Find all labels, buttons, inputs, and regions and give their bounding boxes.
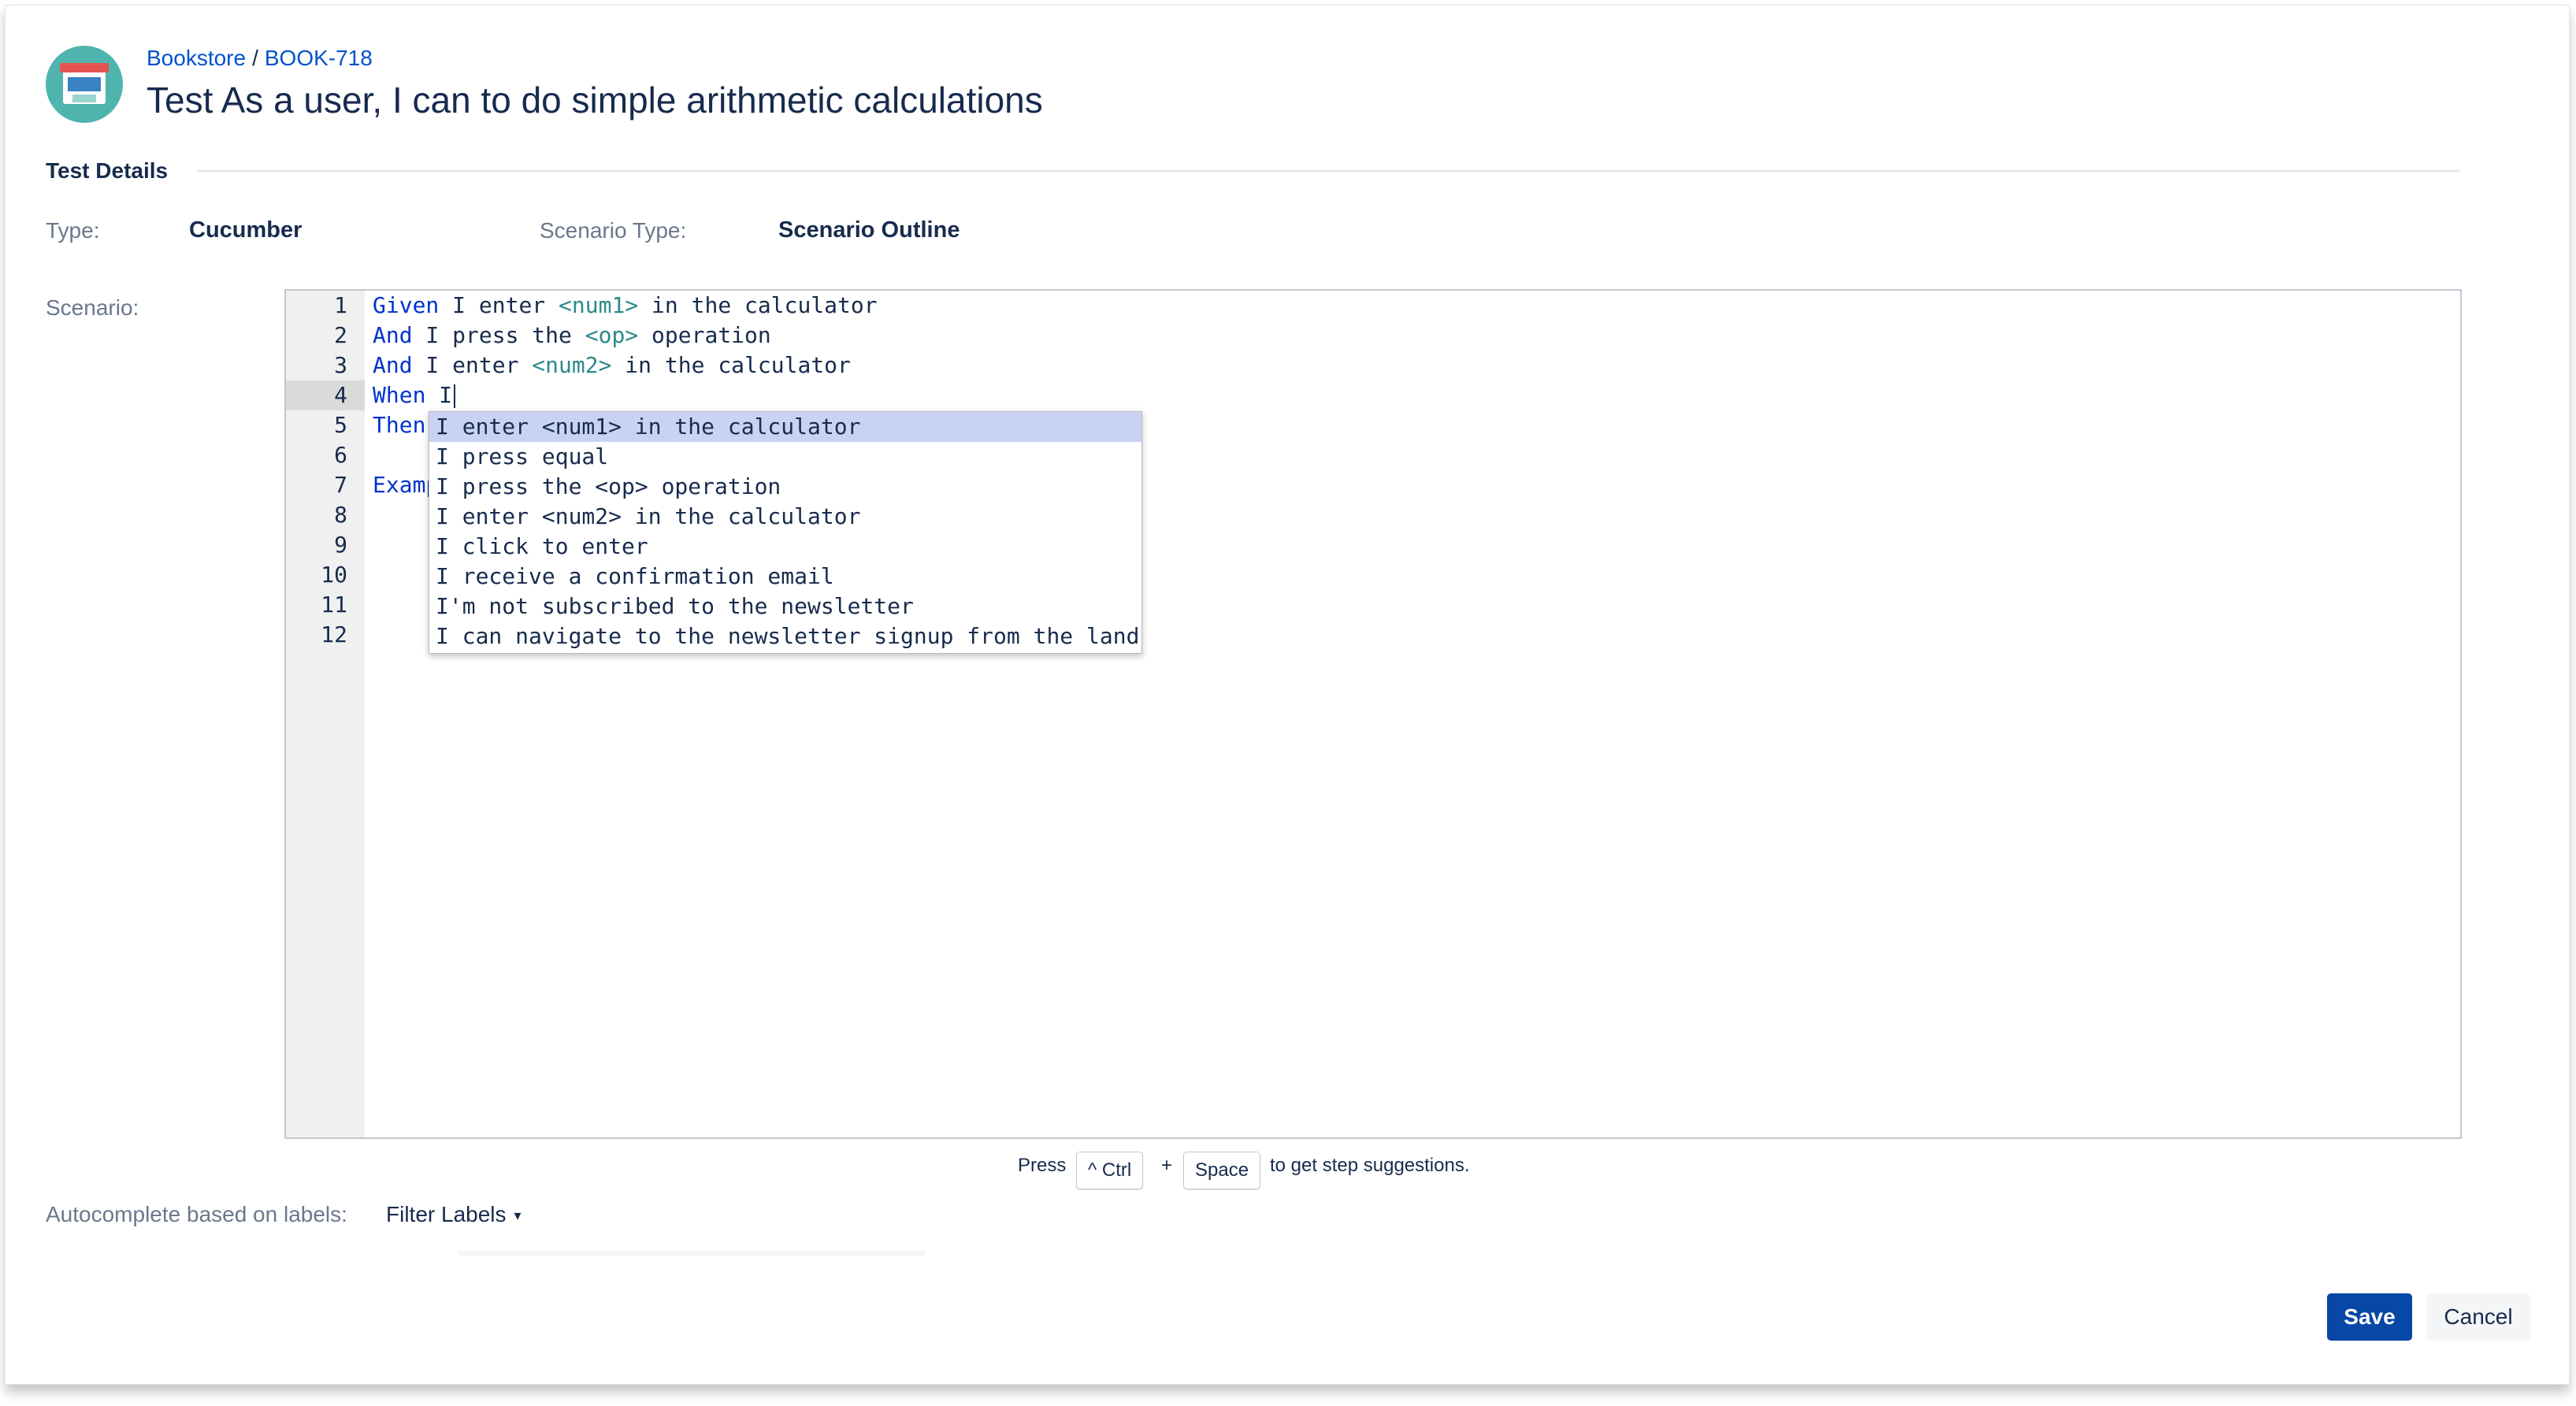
autocomplete-suggestion[interactable]: I press equal [429,442,1141,472]
ctrl-key: ^ Ctrl [1076,1152,1144,1189]
save-button[interactable]: Save [2327,1293,2412,1341]
filter-labels-text: Filter Labels [386,1202,507,1226]
type-label: Type: [46,218,100,243]
line-number: 4 [286,380,365,410]
step-text: I press the [412,322,585,348]
step-text: I enter [412,352,533,378]
autocomplete-suggestion[interactable]: I receive a confirmation email [429,562,1141,592]
step-parameter: <num1> [559,292,639,318]
autocomplete-suggestion[interactable]: I'm not subscribed to the newsletter [429,592,1141,621]
line-number: 7 [334,472,347,498]
step-text: operation [638,322,771,348]
step-text: in the calculator [638,292,878,318]
step-text: in the calculator [611,352,851,378]
section-divider [197,170,2459,172]
line-number: 2 [334,322,347,348]
line-number: 1 [334,292,347,318]
breadcrumb-project-link[interactable]: Bookstore [147,46,246,70]
autocomplete-labels-label: Autocomplete based on labels: [46,1202,347,1226]
section-title: Test Details [46,158,169,183]
breadcrumb-separator: / [252,46,258,70]
line-number: 10 [321,562,347,588]
breadcrumb-issue-link[interactable]: BOOK-718 [265,46,373,70]
autocomplete-suggestion[interactable]: I can navigate to the newsletter signup … [429,621,1141,651]
line-number: 8 [334,502,347,528]
breadcrumb: Bookstore / BOOK-718 [147,46,373,71]
code-line[interactable]: Given I enter <num1> in the calculator [373,291,878,321]
project-avatar-icon [46,46,123,123]
gherkin-keyword: And [373,352,413,378]
chevron-down-icon: ▾ [514,1208,522,1224]
line-number: 9 [334,532,347,558]
gherkin-keyword: Then [373,412,426,438]
filter-labels-field [458,1251,925,1256]
code-line[interactable]: And I press the <op> operation [373,321,771,351]
line-number: 12 [321,621,347,647]
autocomplete-suggestion[interactable]: I press the <op> operation [429,472,1141,502]
line-number: 5 [334,412,347,438]
autocomplete-suggestion[interactable]: I click to enter [429,532,1141,562]
line-number: 3 [334,352,347,378]
scenario-type-value: Scenario Outline [778,217,960,243]
gherkin-keyword: And [373,322,413,348]
scenario-type-label: Scenario Type: [540,218,687,243]
autocomplete-suggestion[interactable]: I enter <num1> in the calculator [429,412,1141,442]
step-autocomplete-list[interactable]: I enter <num1> in the calculator I press … [429,411,1142,654]
filter-labels-dropdown[interactable]: Filter Labels ▾ [386,1202,522,1227]
hint-press-text: Press [1018,1155,1067,1176]
code-line[interactable]: Then [373,410,425,440]
hint-suffix-text: to get step suggestions. [1270,1155,1470,1176]
text-cursor [454,384,456,408]
line-number: 6 [334,442,347,468]
autocomplete-suggestion[interactable]: I enter <num2> in the calculator [429,502,1141,532]
scenario-label: Scenario: [46,295,139,320]
code-line[interactable]: When I [373,380,456,410]
line-number: 11 [321,592,347,618]
hint-plus-text: + [1161,1155,1173,1176]
step-parameter: <num2> [532,352,612,378]
step-parameter: <op> [585,322,639,348]
step-text: I [425,382,453,408]
space-key: Space [1183,1152,1261,1189]
cancel-button[interactable]: Cancel [2426,1293,2530,1341]
page-title: Test As a user, I can to do simple arith… [147,80,1043,121]
gherkin-keyword: When [373,382,426,408]
step-text: I enter [439,292,559,318]
type-value: Cucumber [189,217,303,243]
gherkin-keyword: Given [373,292,440,318]
code-line[interactable]: And I enter <num2> in the calculator [373,351,851,380]
